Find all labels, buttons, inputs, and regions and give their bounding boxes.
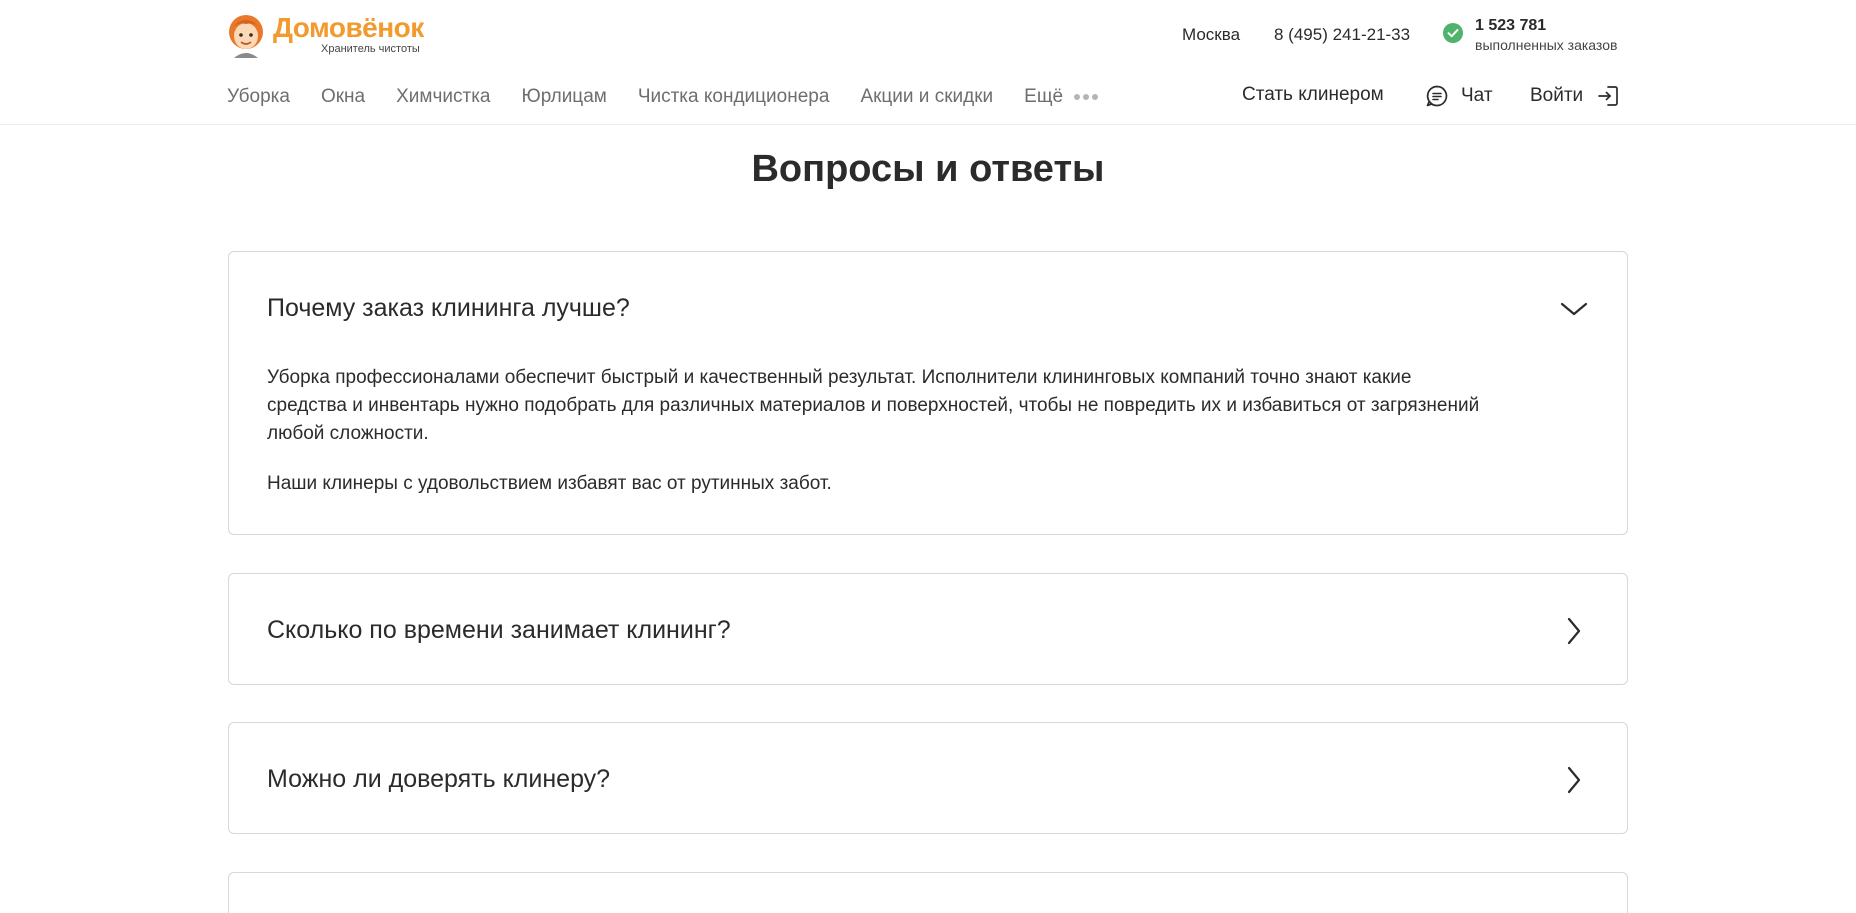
faq-question: Сколько по времени занимает клининг? — [267, 616, 731, 644]
faq-question-header[interactable]: Сколько по времени занимает клининг? — [267, 610, 1589, 650]
site-header: Домовёнок Хранитель чистоты Москва 8 (49… — [0, 0, 1856, 125]
nav-item-ac-cleaning[interactable]: Чистка кондиционера — [638, 86, 830, 108]
nav-more-label: Ещё — [1024, 86, 1064, 107]
chevron-right-icon[interactable] — [1559, 616, 1589, 646]
chevron-right-icon[interactable] — [1559, 765, 1589, 795]
nav-item-business[interactable]: Юрлицам — [522, 86, 607, 108]
mascot-icon — [229, 15, 263, 58]
faq-item: Сколько по времени занимает клининг? — [228, 573, 1628, 685]
check-circle-icon — [1443, 23, 1463, 43]
nav-item-promotions[interactable]: Акции и скидки — [860, 86, 993, 108]
nav-item-cleaning[interactable]: Уборка — [227, 86, 290, 108]
faq-answer-line: Уборка профессионалами обеспечит быстрый… — [267, 367, 1412, 388]
brand-tagline: Хранитель чистоты — [321, 43, 420, 55]
faq-answer-line: средства и инвентарь нужно подобрать для… — [267, 395, 1480, 416]
more-dots-icon — [1074, 94, 1099, 100]
login-label: Войти — [1530, 85, 1584, 106]
chevron-down-icon[interactable] — [1559, 294, 1589, 324]
faq-item-partial — [228, 872, 1628, 913]
faq-answer: Уборка профессионалами обеспечит быстрый… — [267, 364, 1587, 448]
faq-question-header[interactable]: Можно ли доверять клинеру? — [267, 759, 1589, 799]
faq-answer-line: любой сложности. — [267, 423, 429, 444]
city-selector[interactable]: Москва — [1182, 25, 1240, 45]
nav-more[interactable]: Ещё — [1024, 86, 1099, 108]
faq-question-header[interactable]: Почему заказ клининга лучше? — [267, 288, 1589, 328]
chat-label: Чат — [1461, 85, 1493, 106]
page-title: Вопросы и ответы — [751, 148, 1105, 190]
nav-item-windows[interactable]: Окна — [321, 86, 365, 108]
orders-label: выполненных заказов — [1475, 37, 1618, 53]
chat-icon — [1426, 85, 1448, 107]
orders-count: 1 523 781 — [1475, 17, 1547, 34]
faq-item: Можно ли доверять клинеру? — [228, 722, 1628, 834]
main-nav: Уборка Окна Химчистка Юрлицам Чистка кон… — [227, 84, 1099, 110]
brand-name: Домовёнок — [273, 12, 424, 43]
nav-item-dry-cleaning[interactable]: Химчистка — [396, 86, 490, 108]
chat-button[interactable]: Чат — [1425, 82, 1493, 110]
login-button[interactable]: Войти — [1530, 82, 1619, 110]
become-cleaner-link[interactable]: Стать клинером — [1242, 84, 1384, 106]
faq-question: Можно ли доверять клинеру? — [267, 765, 611, 793]
phone-link[interactable]: 8 (495) 241-21-33 — [1274, 25, 1410, 45]
faq-question: Почему заказ клининга лучше? — [267, 294, 630, 322]
logo[interactable]: Домовёнок Хранитель чистоты — [226, 12, 431, 58]
faq-item: Почему заказ клининга лучше? Уборка проф… — [228, 251, 1628, 535]
login-icon — [1598, 86, 1619, 106]
faq-answer-extra: Наши клинеры с удовольствием избавят вас… — [267, 473, 832, 494]
